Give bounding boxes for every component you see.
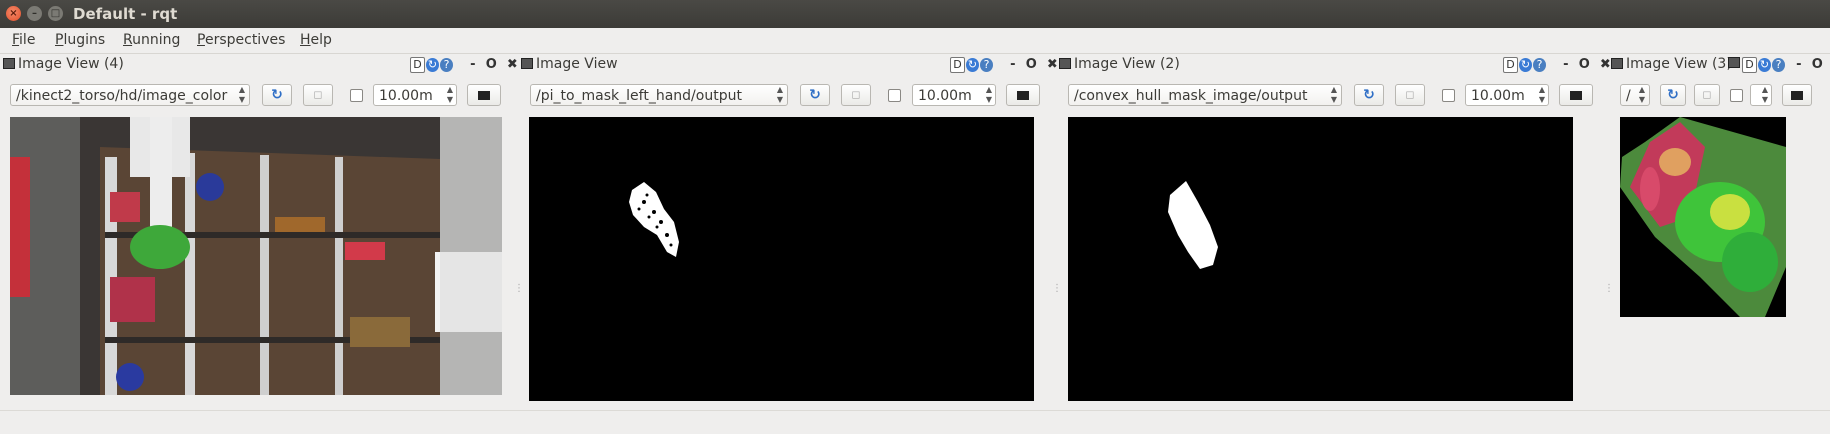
help-icon[interactable]: ? — [440, 58, 453, 72]
zoom-button[interactable]: ◻ — [841, 84, 871, 106]
help-icon[interactable]: ? — [1533, 58, 1546, 72]
refresh-topics-button[interactable]: ↻ — [800, 84, 830, 106]
zoom-button[interactable]: ◻ — [1694, 84, 1720, 106]
smooth-scaling-checkbox[interactable] — [1730, 89, 1743, 102]
smooth-scaling-checkbox[interactable] — [1442, 89, 1455, 102]
reload-icon[interactable]: ↻ — [966, 58, 979, 72]
save-image-button[interactable] — [1006, 84, 1040, 106]
mask-image — [529, 117, 1034, 401]
topic-select[interactable]: / ▲ ▼ — [1620, 84, 1650, 106]
zoom-button[interactable]: ◻ — [303, 84, 333, 106]
minimize-window-button[interactable]: – — [27, 6, 42, 21]
topic-select[interactable]: /pi_to_mask_left_hand/output ▲ ▼ — [530, 84, 788, 106]
image-view-pane: Image View D ↻? - O ✖ /pi_to_mask_left_ha… — [520, 53, 1062, 405]
menu-file[interactable]: File — [12, 32, 35, 48]
help-icon[interactable]: ? — [980, 58, 993, 72]
minimize-pane-button[interactable]: - — [470, 57, 475, 72]
reload-icon[interactable]: ↻ — [1519, 58, 1532, 72]
menu-plugins[interactable]: Plugins — [55, 32, 105, 48]
convex-hull-image — [1068, 117, 1573, 401]
pane-title: Image View — [521, 56, 618, 72]
dock-icon — [1611, 58, 1623, 69]
minimize-pane-button[interactable]: - — [1010, 57, 1015, 72]
float-pane-button[interactable]: O — [486, 57, 497, 72]
pane-title: Image View (4) — [3, 56, 124, 72]
refresh-topics-button[interactable]: ↻ — [1660, 84, 1686, 106]
reload-icon[interactable]: ↻ — [426, 58, 439, 72]
menubar: File Plugins Running Perspectives Help — [0, 28, 1830, 54]
zoom-button[interactable]: ◻ — [1395, 84, 1425, 106]
save-image-button[interactable] — [467, 84, 501, 106]
menu-running[interactable]: Running — [123, 32, 180, 48]
smooth-scaling-checkbox[interactable] — [350, 89, 363, 102]
save-image-button[interactable] — [1782, 84, 1812, 106]
dock-icon — [521, 58, 533, 69]
window-titlebar: × – □ Default - rqt — [0, 0, 1830, 28]
close-pane-button[interactable]: ✖ — [507, 57, 518, 72]
minimize-pane-button[interactable]: - — [1563, 57, 1568, 72]
window-title: Default - rqt — [73, 5, 178, 23]
dock-icon — [1728, 57, 1740, 68]
dock-controls: D↻? - O ✖ — [1503, 57, 1611, 73]
timeout-spinbox[interactable]: ▲ ▼ — [1750, 84, 1772, 106]
close-pane-button[interactable]: ✖ — [1047, 57, 1058, 72]
timeout-spinbox[interactable]: 10.00m ▲ ▼ — [1465, 84, 1549, 106]
d-button[interactable]: D — [1503, 57, 1518, 73]
d-button[interactable]: D — [1742, 57, 1757, 73]
d-button[interactable]: D — [950, 57, 965, 73]
timeout-spinbox[interactable]: 10.00m ▲ ▼ — [373, 84, 457, 106]
pane-title: Image View (3) — [1611, 56, 1732, 72]
camera-image — [10, 117, 502, 395]
dock-controls: D↻? - O ✖ — [950, 57, 1058, 73]
image-view-pane-2: Image View (2) D ↻? - O ✖ /convex_hull_ma… — [1058, 53, 1614, 405]
menu-help[interactable]: Help — [300, 32, 332, 48]
dock-controls: D↻? - O ✖ — [410, 57, 518, 73]
refresh-topics-button[interactable]: ↻ — [262, 84, 292, 106]
pane-title: Image View (2) — [1059, 56, 1180, 72]
d-button[interactable]: D — [410, 57, 425, 73]
topic-select[interactable]: /convex_hull_mask_image/output ▲ ▼ — [1068, 84, 1342, 106]
dock-controls: D↻? - O ✖ — [1728, 57, 1830, 73]
masked-color-image — [1620, 117, 1786, 317]
dock-icon — [3, 58, 15, 69]
minimize-pane-button[interactable]: - — [1796, 57, 1801, 72]
float-pane-button[interactable]: O — [1812, 57, 1823, 72]
image-view-pane-4: Image View (4) D ↻? - O ✖ /kinect2_torso/… — [0, 53, 524, 405]
refresh-topics-button[interactable]: ↻ — [1354, 84, 1384, 106]
help-icon[interactable]: ? — [1772, 58, 1785, 72]
menu-perspectives[interactable]: Perspectives — [197, 32, 285, 48]
dock-icon — [1059, 58, 1071, 69]
close-window-button[interactable]: × — [6, 6, 21, 21]
reload-icon[interactable]: ↻ — [1758, 58, 1771, 72]
status-bar — [0, 410, 1830, 434]
maximize-window-button[interactable]: □ — [48, 6, 63, 21]
float-pane-button[interactable]: O — [1579, 57, 1590, 72]
save-image-button[interactable] — [1559, 84, 1593, 106]
float-pane-button[interactable]: O — [1026, 57, 1037, 72]
smooth-scaling-checkbox[interactable] — [888, 89, 901, 102]
timeout-spinbox[interactable]: 10.00m ▲ ▼ — [912, 84, 996, 106]
topic-select[interactable]: /kinect2_torso/hd/image_color ▲ ▼ — [10, 84, 250, 106]
image-view-pane-3: Image View (3) D↻? - O ✖ /▲▼ ↻ ◻ ▲▼ — [1610, 53, 1830, 405]
